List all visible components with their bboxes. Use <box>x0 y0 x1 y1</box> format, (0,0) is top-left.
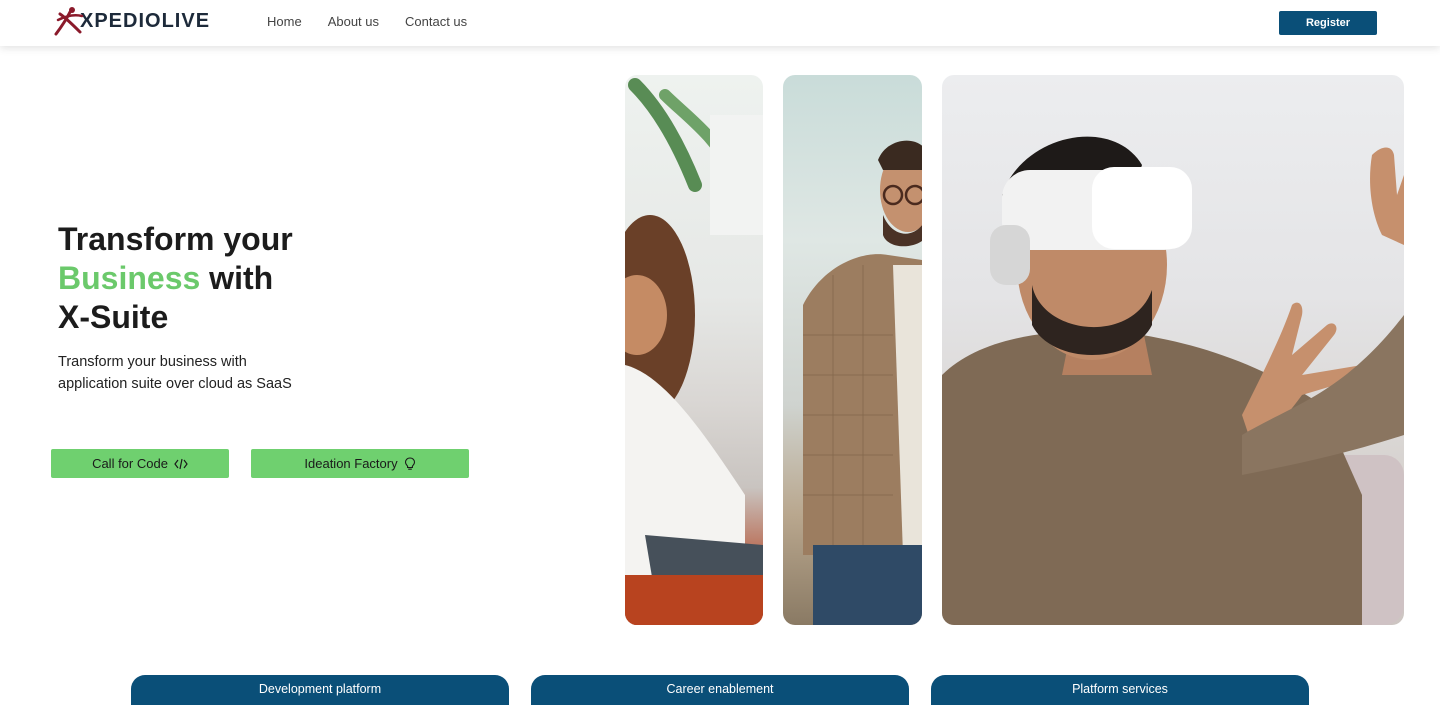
call-for-code-label: Call for Code <box>92 456 168 471</box>
logo-figure-icon <box>52 6 84 36</box>
logo-text: XPEDIOLIVE <box>80 9 211 32</box>
hero-image-man-vr-headset <box>942 75 1404 625</box>
main-nav: Home About us Contact us <box>267 14 493 29</box>
lightbulb-icon <box>404 456 416 471</box>
ideation-factory-label: Ideation Factory <box>304 456 398 471</box>
call-for-code-button[interactable]: Call for Code <box>51 449 229 478</box>
nav-about-link[interactable]: About us <box>328 14 379 29</box>
hero-title-line3: X-Suite <box>58 299 169 335</box>
brand-logo[interactable]: XPEDIOLIVE <box>52 6 210 36</box>
hero-subtitle: Transform your business with application… <box>58 354 292 392</box>
code-icon <box>174 458 188 470</box>
hero-image-woman-laptop <box>625 75 763 625</box>
hero-title-line2: with <box>200 260 274 296</box>
tab-platform-services[interactable]: Platform services <box>931 675 1309 705</box>
ideation-factory-button[interactable]: Ideation Factory <box>251 449 469 478</box>
tab-career-enablement[interactable]: Career enablement <box>531 675 909 705</box>
hero-title: Transform your Business with X-Suite <box>58 220 293 337</box>
top-navbar: XPEDIOLIVE Home About us Contact us Regi… <box>0 0 1440 46</box>
tab-development-platform[interactable]: Development platform <box>131 675 509 705</box>
hero-title-accent: Business <box>58 260 201 296</box>
hero-image-man-glasses <box>783 75 922 625</box>
hero-title-line1: Transform your <box>58 221 293 257</box>
register-button[interactable]: Register <box>1279 11 1377 35</box>
nav-contact-link[interactable]: Contact us <box>405 14 467 29</box>
nav-home-link[interactable]: Home <box>267 14 302 29</box>
